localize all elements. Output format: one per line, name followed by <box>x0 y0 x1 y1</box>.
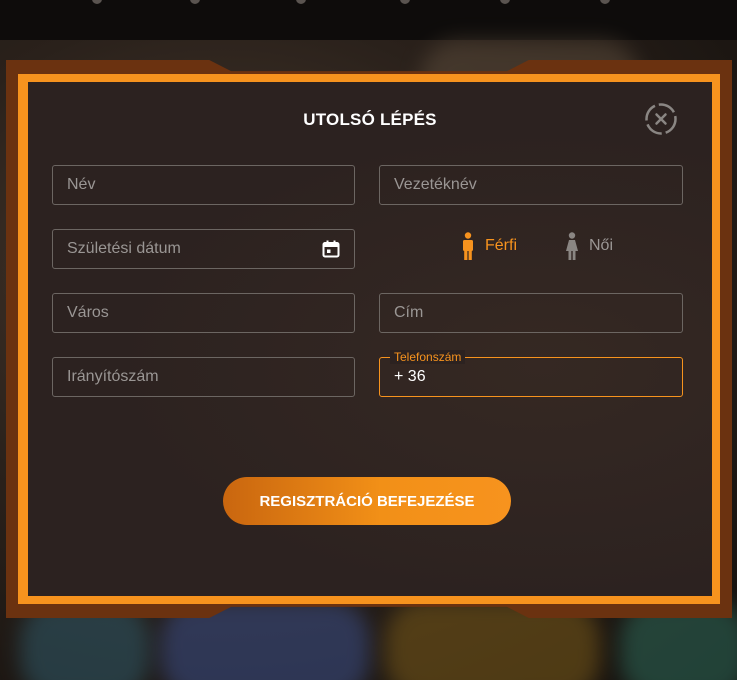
first-name-field[interactable]: Név <box>52 165 355 205</box>
male-icon <box>463 232 473 260</box>
city-placeholder: Város <box>67 304 109 321</box>
last-name-field[interactable]: Vezetéknév <box>379 165 683 205</box>
phone-field[interactable]: Telefonszám + 36 <box>379 350 683 397</box>
birth-date-placeholder: Születési dátum <box>67 240 181 257</box>
dialog-title: UTOLSÓ LÉPÉS <box>303 110 437 129</box>
close-circle-icon <box>645 103 677 135</box>
address-placeholder: Cím <box>394 304 424 321</box>
calendar-icon[interactable] <box>322 240 340 258</box>
zip-code-field[interactable]: Irányítószám <box>52 357 355 397</box>
top-strip <box>0 0 737 40</box>
complete-registration-button[interactable]: REGISZTRÁCIÓ BEFEJEZÉSE <box>223 477 511 525</box>
phone-label: Telefonszám <box>390 350 466 364</box>
first-name-placeholder: Név <box>67 176 96 193</box>
gender-label-female: Női <box>589 237 614 254</box>
birth-date-field[interactable]: Születési dátum <box>52 229 355 269</box>
gender-option-female[interactable]: Női <box>565 232 613 260</box>
dot <box>190 0 200 4</box>
last-name-placeholder: Vezetéknév <box>394 176 477 193</box>
dot <box>92 0 102 4</box>
city-field[interactable]: Város <box>52 293 355 333</box>
dot <box>600 0 610 4</box>
dot <box>296 0 306 4</box>
address-field[interactable]: Cím <box>379 293 683 333</box>
registration-dialog: UTOLSÓ LÉPÉS Név Vezetéknév Születési dá… <box>28 82 712 596</box>
gender-label-male: Férfi <box>485 237 517 254</box>
dot <box>400 0 410 4</box>
dot <box>500 0 510 4</box>
female-icon <box>566 232 578 260</box>
zip-code-placeholder: Irányítószám <box>67 368 159 385</box>
phone-value: + 36 <box>394 368 426 385</box>
close-button[interactable] <box>644 102 678 136</box>
gender-option-male[interactable]: Férfi <box>461 232 517 260</box>
